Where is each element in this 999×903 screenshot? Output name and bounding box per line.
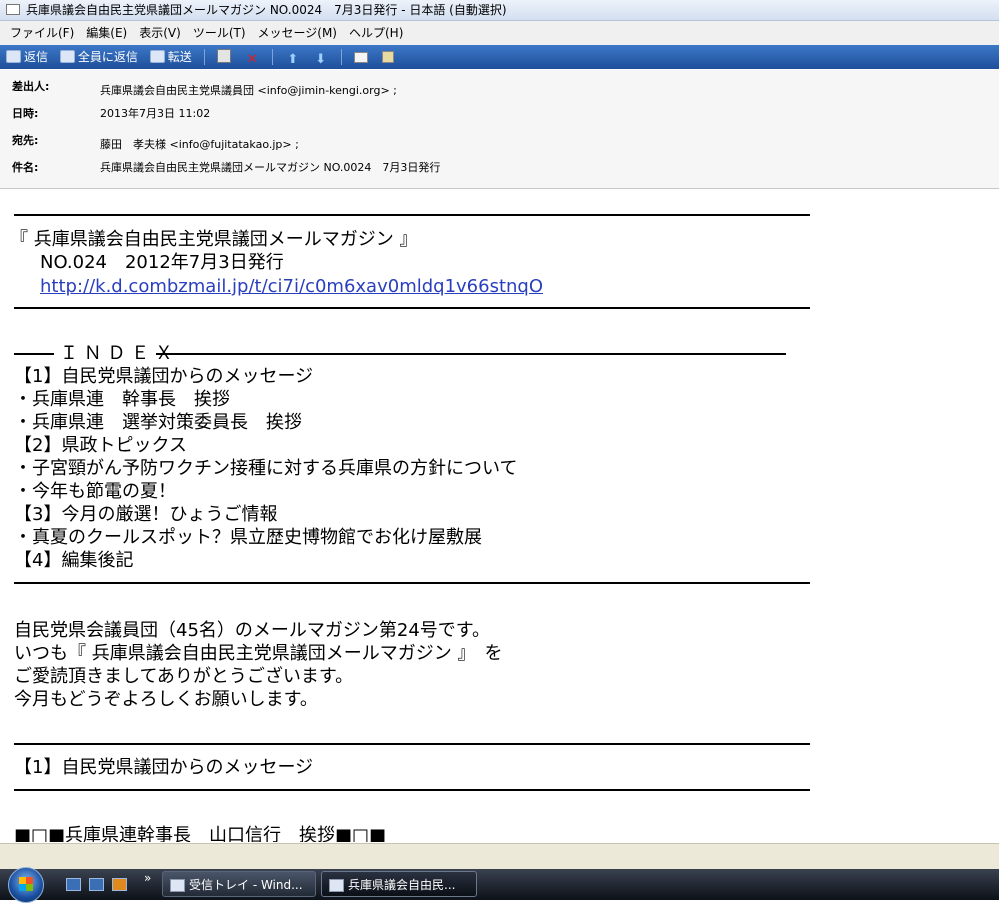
menu-help[interactable]: ヘルプ(H) [343,21,409,45]
delete-icon[interactable]: ✕ [245,53,259,67]
forward-icon [149,50,165,63]
toolbar-separator [340,49,342,65]
intro-line: ご愛読頂きましてありがとうございます。 [14,666,354,687]
index-item: ・兵庫県連 選挙対策委員長 挨拶 [14,412,302,433]
toolbar: 返信 全員に返信 転送 ✕ ⬆ ⬇ [0,45,999,69]
task-label: 兵庫県議会自由民... [348,878,456,892]
taskbar: » 受信トレイ - Wind... 兵庫県議会自由民... [0,867,999,903]
reply-all-label: 全員に返信 [77,50,138,64]
menu-message[interactable]: メッセージ(M) [252,21,343,45]
divider [14,307,810,309]
intro-line: 今月もどうぞよろしくお願いします。 [14,689,318,710]
index-item: ・今年も節電の夏！ [14,481,176,502]
reply-button[interactable]: 返信 [2,45,52,69]
section-subheading: ■□■兵庫県連幹事長 山口信行 挨拶■□■ [14,825,387,842]
print-icon[interactable] [217,49,232,63]
magazine-title: 『 兵庫県議会自由民主党県議団メールマガジン 』 [10,229,418,250]
subject-label: 件名: [12,161,39,174]
intro-line: 自民党県会議員団（45名）のメールマガジン第24号です。 [14,620,491,641]
divider [14,582,810,584]
index-item: 【1】自民党県議団からのメッセージ [14,366,314,387]
message-header: 差出人: 兵庫県議会自由民主党県議員団 <info@jimin-kengi.or… [0,70,999,189]
divider [14,789,810,791]
intro-line: いつも『 兵庫県議会自由民主党県議団メールマガジン 』 を [14,643,503,664]
task-label: 受信トレイ - Wind... [189,878,303,892]
show-desktop-icon[interactable] [89,878,104,891]
menu-tools[interactable]: ツール(T) [187,21,252,45]
magazine-link[interactable]: http://k.d.combzmail.jp/t/ci7i/c0m6xav0m… [40,275,543,298]
reply-label: 返信 [24,50,49,64]
to-value: 藤田 孝夫様 <info@fujitatakao.jp> ; [100,138,299,151]
index-item: ・真夏のクールスポット？県立歴史博物館でお化け屋敷展 [14,527,482,548]
reply-all-icon [59,50,75,63]
chevron-icon[interactable]: » [144,871,151,885]
index-item: ・兵庫県連 幹事長 挨拶 [14,389,230,410]
title-bar: 兵庫県議会自由民主党県議団メールマガジン NO.0024 7月3日発行 - 日本… [0,0,999,21]
windows-logo-icon [19,877,33,891]
status-bar [0,843,999,870]
from-value: 兵庫県議会自由民主党県議員団 <info@jimin-kengi.org> ; [100,84,397,97]
subject-value: 兵庫県議会自由民主党県議団メールマガジン NO.0024 7月3日発行 [100,161,441,174]
toolbar-separator [272,49,274,65]
menu-bar: ファイル(F) 編集(E) 表示(V) ツール(T) メッセージ(M) ヘルプ(H) [0,21,999,45]
toolbar-separator [203,49,205,65]
index-rule-left [14,353,54,355]
forward-label: 転送 [167,50,192,64]
forward-button[interactable]: 転送 [146,45,196,69]
mail-icon [6,4,20,15]
divider [14,214,810,216]
menu-edit[interactable]: 編集(E) [80,21,133,45]
window-title: 兵庫県議会自由民主党県議団メールマガジン NO.0024 7月3日発行 - 日本… [26,3,507,17]
section-heading: 【1】自民党県議団からのメッセージ [14,757,314,778]
quicklaunch-icon[interactable] [66,878,81,891]
issue-line: NO.024 2012年7月3日発行 [40,252,284,273]
index-item: 【3】今月の厳選！ひょうご情報 [14,504,278,525]
index-rule-right [156,353,786,355]
divider [14,743,810,745]
addresses-icon[interactable] [354,52,369,63]
reply-all-button[interactable]: 全員に返信 [56,45,142,69]
date-label: 日時: [12,107,39,120]
task-inbox[interactable]: 受信トレイ - Wind... [162,871,316,897]
index-item: 【2】県政トピックス [14,435,187,456]
start-button[interactable] [8,867,44,903]
media-player-icon[interactable] [112,878,127,891]
message-body[interactable]: 『 兵庫県議会自由民主党県議団メールマガジン 』 NO.024 2012年7月3… [0,190,999,842]
find-icon[interactable] [382,51,395,63]
menu-file[interactable]: ファイル(F) [0,21,80,45]
reply-icon [6,50,21,63]
menu-view[interactable]: 表示(V) [133,21,187,45]
index-item: 【4】編集後記 [14,550,134,571]
task-message[interactable]: 兵庫県議会自由民... [321,871,477,897]
mail-icon [329,879,344,892]
previous-arrow-icon[interactable]: ⬆ [286,53,300,67]
index-item: ・子宮頸がん予防ワクチン接種に対する兵庫県の方針について [14,458,518,479]
next-arrow-icon[interactable]: ⬇ [314,53,328,67]
folder-icon [170,879,185,892]
date-value: 2013年7月3日 11:02 [100,107,211,120]
